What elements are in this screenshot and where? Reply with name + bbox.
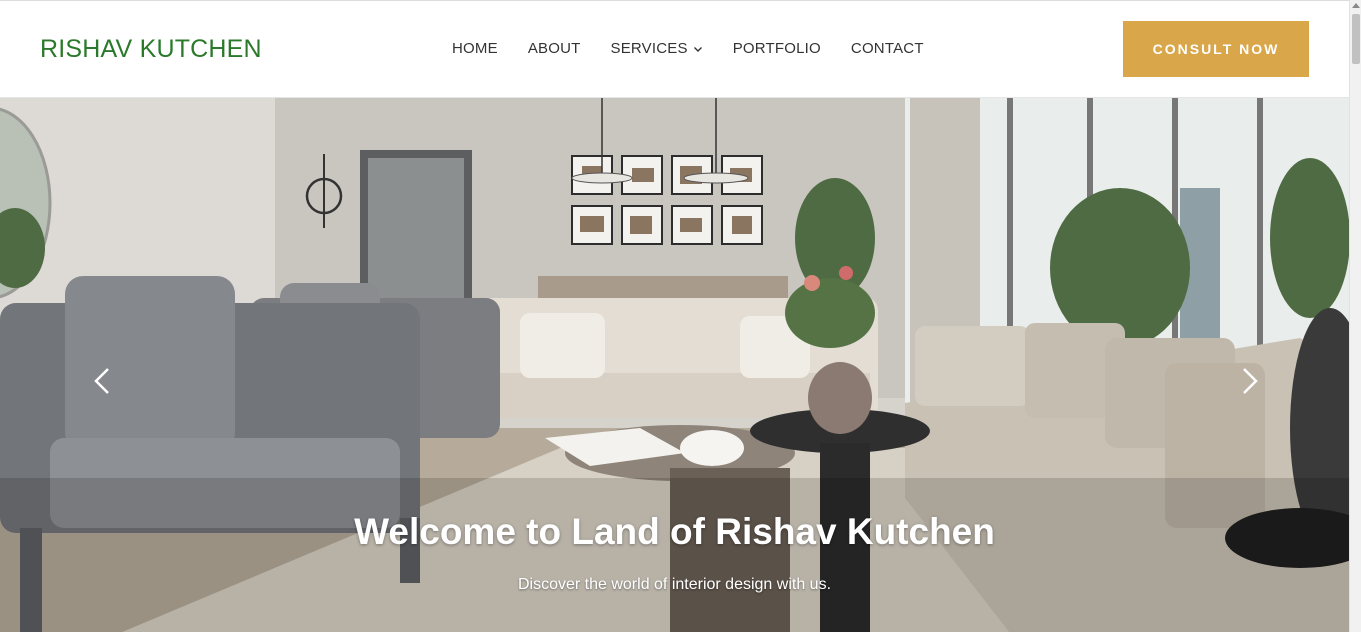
nav-item-label: HOME [452, 40, 498, 57]
scroll-up-icon[interactable] [1352, 3, 1360, 8]
hero-subtitle: Discover the world of interior design wi… [517, 576, 832, 593]
nav-item-services[interactable]: SERVICES [611, 40, 703, 57]
nav-item-about[interactable]: ABOUT [528, 40, 581, 57]
main-nav: HOME ABOUT SERVICES PORTFOLIO CONTACT [452, 40, 924, 57]
chevron-down-icon [693, 46, 702, 52]
chevron-left-icon[interactable] [88, 366, 118, 396]
vertical-scrollbar[interactable] [1349, 0, 1361, 632]
nav-item-contact[interactable]: CONTACT [851, 40, 924, 57]
nav-item-label: PORTFOLIO [732, 40, 821, 57]
chevron-right-icon[interactable] [1234, 366, 1264, 396]
nav-item-portfolio[interactable]: PORTFOLIO [733, 40, 821, 57]
hero-title: Welcome to Land of Rishav Kutchen [354, 511, 995, 552]
nav-item-label: ABOUT [527, 40, 581, 57]
hero-slider: Welcome to Land of Rishav Kutchen Discov… [0, 98, 1349, 632]
nav-item-home[interactable]: HOME [452, 40, 498, 57]
site-header: RISHAV KUTCHEN HOME ABOUT SERVICES PORTF… [0, 1, 1349, 98]
nav-item-label: CONTACT [850, 40, 924, 57]
nav-item-label: SERVICES [610, 40, 688, 57]
brand-logo[interactable]: RISHAV KUTCHEN [40, 35, 262, 64]
scrollbar-thumb[interactable] [1352, 14, 1360, 64]
page: RISHAV KUTCHEN HOME ABOUT SERVICES PORTF… [0, 0, 1349, 632]
consult-now-button[interactable]: CONSULT NOW [1123, 21, 1309, 77]
